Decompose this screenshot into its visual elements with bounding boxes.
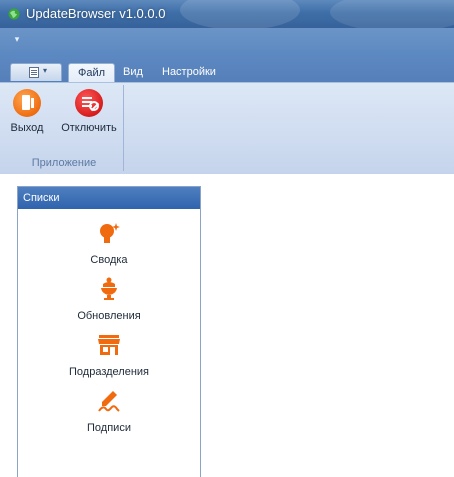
list-item-signatures[interactable]: Подписи <box>18 389 200 434</box>
ribbon-group-application: Выход Отключить Приложение <box>4 85 124 171</box>
ribbon-tabs: ▾ Файл Вид Настройки <box>0 50 454 82</box>
tab-file[interactable]: Файл <box>68 63 116 82</box>
panel-title: Списки <box>18 187 200 209</box>
tab-settings[interactable]: Настройки <box>153 63 225 82</box>
updates-icon <box>101 277 117 300</box>
title-glare <box>330 0 454 28</box>
disable-button[interactable]: Отключить <box>56 89 122 143</box>
list-item-label: Обновления <box>77 310 141 322</box>
exit-door-icon <box>13 89 41 117</box>
list-item-departments[interactable]: Подразделения <box>18 333 200 378</box>
list-item-summary[interactable]: Сводка <box>18 221 200 266</box>
app-globe-icon[interactable] <box>8 8 20 20</box>
window-title: UpdateBrowser v1.0.0.0 <box>26 6 166 21</box>
app-menu-button[interactable]: ▾ <box>10 63 62 81</box>
dropdown-arrow-icon[interactable]: ▾ <box>10 32 24 46</box>
tab-view[interactable]: Вид <box>114 63 152 82</box>
departments-icon <box>98 335 120 355</box>
list-item-label: Сводка <box>90 254 128 266</box>
ribbon-group-caption: Приложение <box>31 157 97 169</box>
quick-access-toolbar: ▾ <box>0 28 454 50</box>
title-bar: UpdateBrowser v1.0.0.0 <box>0 0 454 28</box>
disable-button-label: Отключить <box>61 122 117 134</box>
disable-icon <box>75 89 103 117</box>
chevron-down-icon: ▾ <box>43 66 48 75</box>
signatures-icon <box>98 391 120 412</box>
exit-button-label: Выход <box>10 122 44 134</box>
list-item-label: Подразделения <box>69 366 149 378</box>
lists-panel: Списки Сводка Обновления Подразделения П… <box>17 186 201 477</box>
title-glare <box>180 0 300 28</box>
summary-icon <box>100 223 120 243</box>
exit-button[interactable]: Выход <box>8 89 46 143</box>
list-item-updates[interactable]: Обновления <box>18 277 200 322</box>
list-item-label: Подписи <box>87 422 131 434</box>
document-icon <box>29 67 39 78</box>
ribbon-panel: Выход Отключить Приложение <box>0 82 454 174</box>
